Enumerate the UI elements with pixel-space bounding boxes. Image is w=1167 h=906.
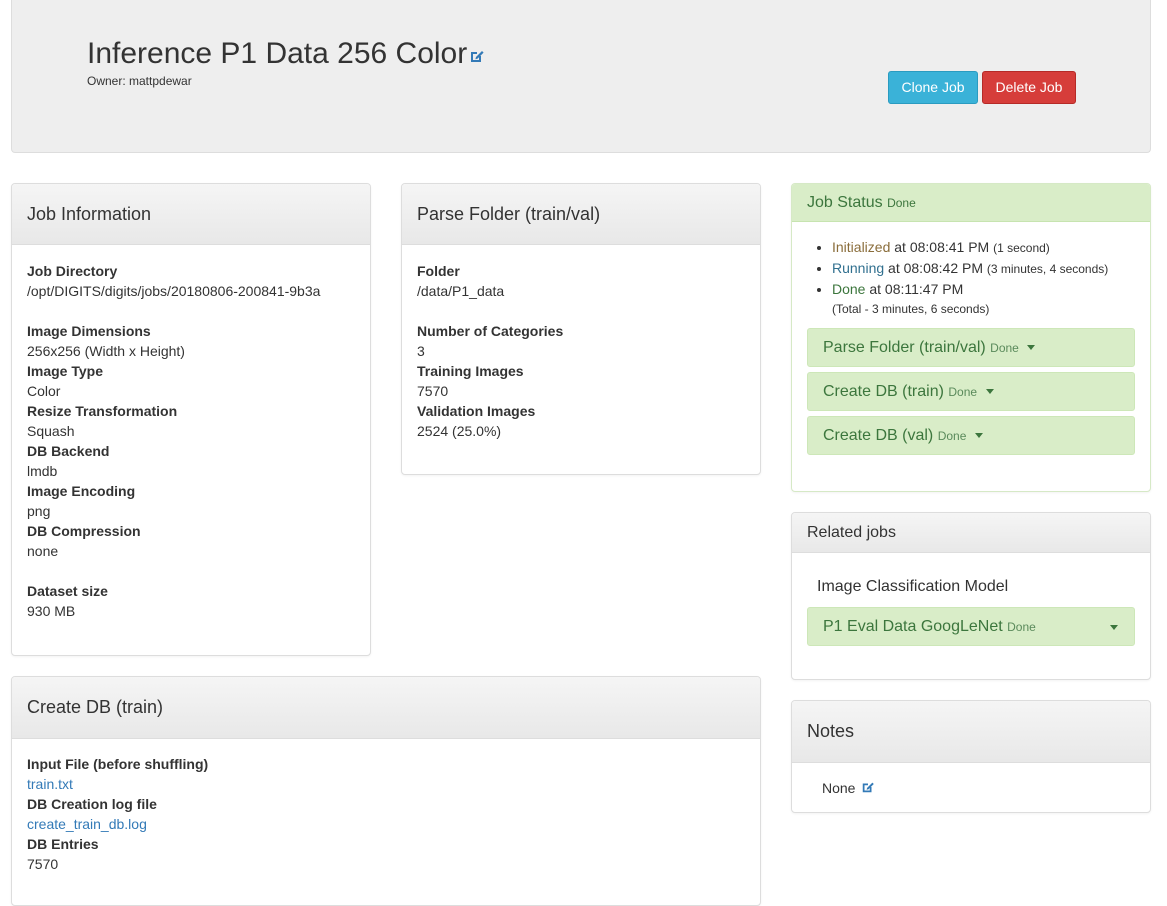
create-db-train-panel: Create DB (train) Input File (before shu…: [11, 676, 761, 906]
training-images-value: 7570: [417, 383, 449, 399]
job-title-text: Inference P1 Data 256 Color: [87, 37, 468, 70]
panel-heading: Job Information: [12, 184, 370, 245]
caret-down-icon: [974, 433, 983, 439]
panel-heading: Parse Folder (train/val): [402, 184, 760, 245]
job-status-state: Done: [887, 196, 916, 210]
validation-images-label: Validation Images: [417, 403, 536, 419]
parse-folder-panel: Parse Folder (train/val) Folder /data/P1…: [401, 183, 761, 475]
subjob-create-db-train[interactable]: Create DB (train) Done: [807, 372, 1135, 411]
notes-panel: Notes None: [791, 700, 1151, 813]
categories-value: 3: [417, 343, 425, 359]
dataset-size-label: Dataset size: [27, 583, 108, 599]
db-entries-value: 7570: [27, 856, 59, 872]
resize-transformation-label: Resize Transformation: [27, 403, 178, 419]
db-backend-value: lmdb: [27, 463, 58, 479]
job-information-panel: Job Information Job Directory /opt/DIGIT…: [11, 183, 371, 656]
job-directory-value: /opt/DIGITS/digits/jobs/20180806-200841-…: [27, 283, 321, 299]
caret-down-icon: [985, 389, 994, 395]
edit-notes-icon[interactable]: [861, 780, 875, 798]
image-dimensions-value: 256x256 (Width x Height): [27, 343, 185, 359]
job-status-panel: Job Status Done Initialized at 08:08:41 …: [791, 183, 1151, 492]
subjob-create-db-val[interactable]: Create DB (val) Done: [807, 416, 1135, 455]
db-backend-label: DB Backend: [27, 443, 110, 459]
job-directory-label: Job Directory: [27, 263, 118, 279]
panel-heading: Notes: [792, 701, 1150, 763]
status-done: Done at 08:11:47 PM: [832, 279, 1150, 299]
folder-value: /data/P1_data: [417, 283, 505, 299]
db-log-label: DB Creation log file: [27, 796, 157, 812]
job-status-heading: Job Status Done: [792, 184, 1150, 222]
panel-heading: Create DB (train): [12, 677, 760, 739]
status-running: Running at 08:08:42 PM (3 minutes, 4 sec…: [832, 258, 1150, 279]
status-total: (Total - 3 minutes, 6 seconds): [832, 302, 990, 316]
notes-value: None: [822, 780, 856, 796]
related-job-dropdown[interactable]: P1 Eval Data GoogLeNet Done: [807, 607, 1135, 646]
training-images-label: Training Images: [417, 363, 524, 379]
folder-label: Folder: [417, 263, 460, 279]
job-status-title: Job Status: [807, 194, 883, 211]
image-dimensions-label: Image Dimensions: [27, 323, 151, 339]
owner-label: Owner: mattpdewar: [87, 74, 192, 88]
input-file-label: Input File (before shuffling): [27, 756, 209, 772]
image-type-label: Image Type: [27, 363, 103, 379]
clone-job-button[interactable]: Clone Job: [888, 71, 978, 104]
dataset-size-value: 930 MB: [27, 603, 76, 619]
status-list: Initialized at 08:08:41 PM (1 second) Ru…: [792, 237, 1150, 299]
db-log-link[interactable]: create_train_db.log: [27, 816, 147, 832]
job-header: Inference P1 Data 256 Color Owner: mattp…: [11, 0, 1151, 153]
caret-down-icon: [1110, 625, 1118, 630]
delete-job-button[interactable]: Delete Job: [982, 71, 1076, 104]
caret-down-icon: [1027, 345, 1036, 351]
image-encoding-value: png: [27, 503, 51, 519]
db-compression-label: DB Compression: [27, 523, 141, 539]
resize-transformation-value: Squash: [27, 423, 75, 439]
db-entries-label: DB Entries: [27, 836, 99, 852]
image-encoding-label: Image Encoding: [27, 483, 136, 499]
validation-images-value: 2524 (25.0%): [417, 423, 502, 439]
subjob-parse-folder[interactable]: Parse Folder (train/val) Done: [807, 328, 1135, 367]
related-model-type: Image Classification Model: [817, 578, 1009, 595]
db-compression-value: none: [27, 543, 59, 559]
related-jobs-panel: Related jobs Image Classification Model …: [791, 512, 1151, 680]
categories-label: Number of Categories: [417, 323, 564, 339]
image-type-value: Color: [27, 383, 61, 399]
panel-heading: Related jobs: [792, 513, 1150, 553]
page-title: Inference P1 Data 256 Color: [87, 36, 485, 73]
status-initialized: Initialized at 08:08:41 PM (1 second): [832, 237, 1150, 258]
edit-icon[interactable]: [469, 37, 485, 73]
input-file-link[interactable]: train.txt: [27, 776, 73, 792]
